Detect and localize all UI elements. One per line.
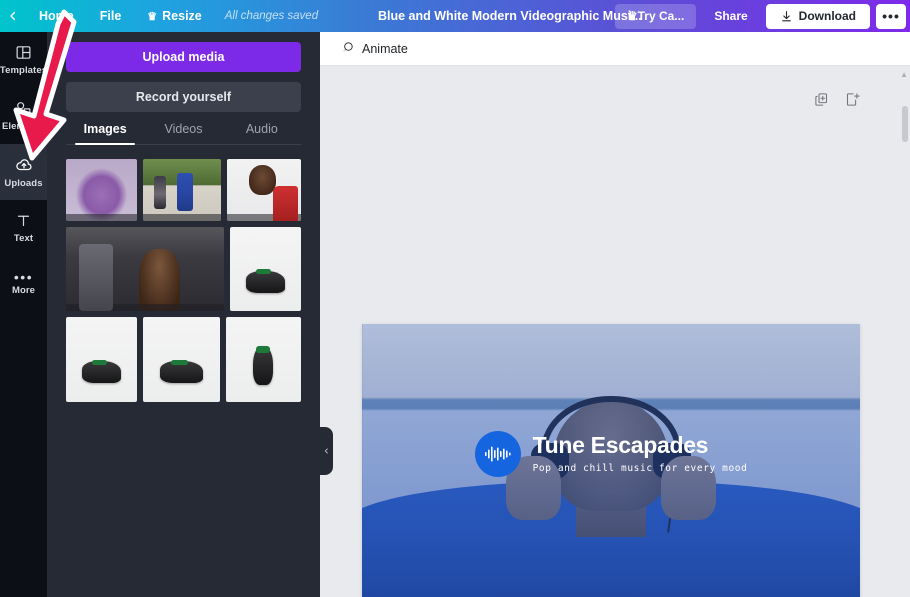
editor-toolbar: Animate xyxy=(320,32,910,66)
top-bar: Home File ♛ Resize All changes saved Blu… xyxy=(0,0,910,32)
download-icon xyxy=(780,10,793,23)
sidebar-label-templates: Templates xyxy=(0,65,47,76)
elements-icon xyxy=(15,100,32,117)
design-canvas-page[interactable]: Tune Escapades Pop and chill music for e… xyxy=(362,324,860,597)
add-page-icon[interactable] xyxy=(845,92,860,107)
crown-icon: ♛ xyxy=(627,9,638,23)
download-label: Download xyxy=(799,9,856,23)
resize-label: Resize xyxy=(162,9,202,23)
tab-images[interactable]: Images xyxy=(66,122,144,144)
watermark-strip xyxy=(66,304,224,311)
animate-circles-icon xyxy=(340,40,355,58)
top-bar-actions: ♛ Try Ca... Share Download ••• xyxy=(615,0,906,32)
thumbnail-black-school-shoe-angled[interactable] xyxy=(66,317,137,402)
upload-media-button[interactable]: Upload media xyxy=(66,42,301,72)
chevron-left-icon xyxy=(7,10,19,22)
sidebar-label-text: Text xyxy=(14,233,33,244)
watermark-strip xyxy=(227,214,301,221)
watermark-strip xyxy=(66,214,137,221)
sidebar-item-templates[interactable]: Templates xyxy=(0,32,47,88)
collapse-panel-handle[interactable] xyxy=(320,427,333,475)
thumbnail-row xyxy=(66,159,301,221)
canvas-subtitle[interactable]: Pop and chill music for every mood xyxy=(533,463,748,474)
uploads-tabs: Images Videos Audio xyxy=(66,122,301,145)
file-menu-button[interactable]: File xyxy=(87,0,135,32)
canvas-text-group[interactable]: Tune Escapades Pop and chill music for e… xyxy=(362,431,860,477)
uploads-thumbnail-grid xyxy=(66,159,301,402)
thumbnail-row xyxy=(66,317,301,402)
sidebar-item-elements[interactable]: Elements xyxy=(0,88,47,144)
thumbnail-black-school-shoe-side[interactable] xyxy=(230,227,301,311)
sidebar-label-elements: Elements xyxy=(2,121,45,132)
thumbnail-group-of-students-outdoors[interactable] xyxy=(143,159,221,221)
audio-waveform-badge[interactable] xyxy=(475,431,521,477)
audio-waveform-icon xyxy=(484,445,512,463)
back-button[interactable] xyxy=(0,0,26,32)
sidebar-item-text[interactable]: Text xyxy=(0,200,47,256)
canvas-title[interactable]: Tune Escapades xyxy=(533,434,748,457)
watermark-strip xyxy=(143,214,221,221)
home-menu-button[interactable]: Home xyxy=(26,0,87,32)
resize-menu-button[interactable]: ♛ Resize xyxy=(134,0,214,32)
canva-editor-window: Home File ♛ Resize All changes saved Blu… xyxy=(0,0,910,597)
tab-audio[interactable]: Audio xyxy=(223,122,301,144)
ellipsis-icon: ••• xyxy=(14,273,33,281)
canvas-headings: Tune Escapades Pop and chill music for e… xyxy=(533,434,748,474)
duplicate-page-icon[interactable] xyxy=(814,92,829,107)
sidebar-item-uploads[interactable]: Uploads xyxy=(0,144,47,200)
try-canva-label: Try Ca... xyxy=(638,9,685,23)
thumbnail-black-school-shoe-profile[interactable] xyxy=(143,317,220,402)
thumbnail-student-in-purple-hijab[interactable] xyxy=(66,159,137,221)
sidebar-item-more[interactable]: ••• More xyxy=(0,256,47,312)
editor-area: Animate ▲ xyxy=(320,32,910,597)
try-canva-pro-button[interactable]: ♛ Try Ca... xyxy=(615,4,696,29)
thumbnail-boy-with-red-backpack-thumbs-up[interactable] xyxy=(227,159,301,221)
left-rail: Templates Elements Uploads Text xyxy=(0,32,47,597)
scroll-up-icon[interactable]: ▲ xyxy=(900,70,908,79)
vertical-scrollbar-thumb[interactable] xyxy=(902,106,908,142)
animate-button[interactable]: Animate xyxy=(334,36,414,62)
chevron-left-icon xyxy=(323,446,330,456)
uploads-panel: Upload media Record yourself Images Vide… xyxy=(47,32,320,597)
cloud-upload-icon xyxy=(15,156,33,174)
canvas-scroll-area[interactable]: ▲ xyxy=(320,66,910,597)
sidebar-label-more: More xyxy=(12,285,35,296)
page-actions xyxy=(814,92,860,107)
thumbnail-black-school-shoe-top[interactable] xyxy=(226,317,301,402)
save-status: All changes saved xyxy=(215,10,328,22)
more-options-button[interactable]: ••• xyxy=(876,4,906,29)
record-yourself-button[interactable]: Record yourself xyxy=(66,82,301,112)
document-title[interactable]: Blue and White Modern Videographic Musi.… xyxy=(378,0,642,32)
templates-icon xyxy=(15,44,32,61)
share-button[interactable]: Share xyxy=(702,4,759,29)
download-button[interactable]: Download xyxy=(766,4,870,29)
tab-videos[interactable]: Videos xyxy=(144,122,222,144)
animate-label: Animate xyxy=(362,42,408,56)
thumbnail-row xyxy=(66,227,301,311)
text-icon xyxy=(15,212,32,229)
crown-icon: ♛ xyxy=(147,10,157,23)
thumbnail-schoolboy-in-corridor[interactable] xyxy=(66,227,224,311)
sidebar-label-uploads: Uploads xyxy=(4,178,42,189)
